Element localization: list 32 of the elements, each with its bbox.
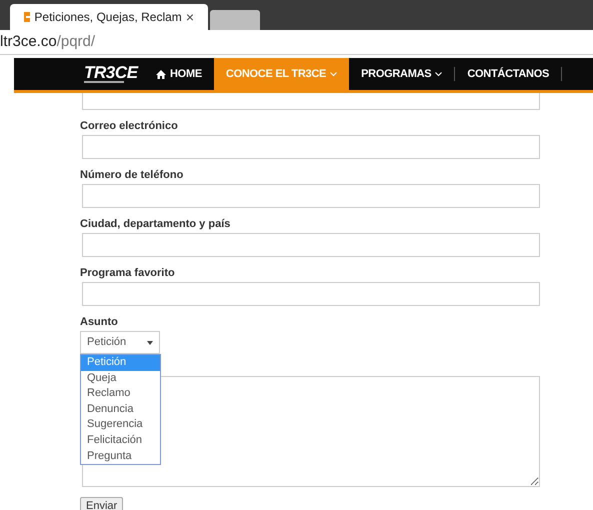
field-label: Programa favorito — [80, 266, 176, 279]
text-field[interactable] — [82, 233, 540, 257]
dropdown-option[interactable]: Sugerencia — [81, 417, 160, 433]
dropdown-option[interactable]: Queja — [81, 370, 160, 386]
submit-button[interactable]: Enviar — [80, 497, 124, 510]
text-field[interactable] — [82, 93, 540, 110]
chevron-icon — [330, 72, 338, 76]
caret-icon — [147, 340, 153, 344]
dropdown-option[interactable]: Reclamo — [81, 386, 160, 402]
text-field[interactable] — [82, 282, 540, 306]
dropdown-option[interactable]: Felicitación — [81, 432, 160, 449]
nav-link[interactable]: PROGRAMAS — [349, 58, 454, 90]
tab-title: Peticiones, Quejas, Reclam — [34, 9, 182, 26]
site-logo[interactable]: TR3CE — [84, 58, 144, 90]
text-field[interactable] — [82, 184, 540, 208]
url-text: ltr3ce.co/pqrd/ — [0, 32, 96, 52]
new-tab-button[interactable] — [210, 10, 260, 30]
field-label: Ciudad, departamento y país — [80, 217, 232, 230]
browser-tab[interactable]: Peticiones, Quejas, Reclam × — [10, 4, 208, 30]
dropdown-option[interactable]: Denuncia — [81, 402, 160, 418]
close-tab-button[interactable]: × — [186, 10, 194, 24]
chevron-icon — [435, 72, 442, 76]
field-label: Número de teléfono — [80, 168, 184, 181]
field-label: Correo electrónico — [80, 119, 179, 132]
text-field[interactable] — [82, 135, 540, 159]
field-label: Asunto — [80, 315, 119, 328]
favicon-icon — [24, 12, 30, 22]
nav-link[interactable]: CONTÁCTANOS — [455, 58, 562, 90]
subject-select[interactable]: Petición — [80, 331, 160, 354]
nav-link[interactable]: HOME — [144, 58, 214, 90]
home-icon — [156, 70, 166, 78]
dropdown-option[interactable]: Pregunta — [81, 448, 160, 464]
